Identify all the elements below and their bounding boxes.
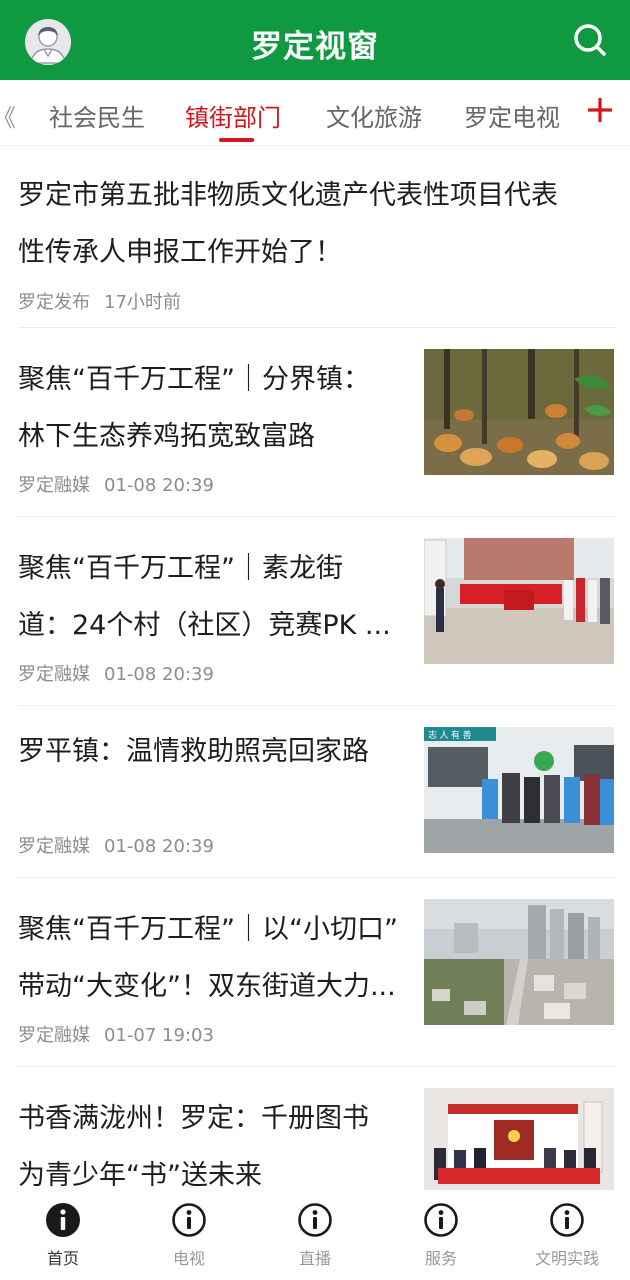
nav-tv-label: 电视	[172, 1249, 205, 1268]
channel-tabs: 《 社会民生 镇街部门 文化旅游 罗定电视	[0, 80, 630, 146]
news-title: 罗平镇：温情救助照亮回家路	[18, 736, 369, 767]
book-donation-image	[424, 1088, 614, 1190]
bottom-navigation: 首页 电视 直播 服务 文明实践	[0, 1190, 630, 1280]
app-header: 罗定视窗	[0, 0, 630, 80]
news-source: 罗定融媒	[18, 836, 90, 857]
info-icon	[298, 1203, 332, 1237]
news-title: 聚焦“百千万工程”｜以“小切口” 带动“大变化”！双东街道大力...	[18, 914, 398, 1002]
search-button[interactable]	[570, 20, 610, 60]
news-time: 01-08 20:39	[104, 836, 214, 857]
news-meta: 罗定融媒 01-08 20:39	[18, 832, 214, 858]
plus-icon	[588, 98, 612, 122]
news-time: 17小时前	[104, 292, 181, 313]
tab-culture-tourism[interactable]: 文化旅游	[326, 98, 422, 133]
news-source: 罗定融媒	[18, 475, 90, 496]
nav-live-label: 直播	[298, 1249, 331, 1268]
chickens-forest-image	[424, 349, 614, 475]
news-time: 01-08 20:39	[104, 664, 214, 685]
active-tab-indicator	[219, 138, 254, 142]
news-meta: 罗定融媒 01-07 19:03	[18, 1021, 214, 1047]
news-thumbnail	[424, 1088, 614, 1190]
info-icon	[424, 1203, 458, 1237]
news-title: 聚焦“百千万工程”｜分界镇： 林下生态养鸡拓宽致富路	[18, 364, 370, 452]
news-thumbnail	[424, 538, 614, 664]
nav-civilization-practice-label: 文明实践	[534, 1249, 599, 1268]
news-thumbnail: 志 人 有 善	[424, 727, 614, 853]
news-item[interactable]: 聚焦“百千万工程”｜素龙街 道：24个村（社区）竞赛PK ... 罗定融媒 01-…	[18, 517, 616, 706]
news-meta: 罗定融媒 01-08 20:39	[18, 660, 214, 686]
news-meta: 罗定发布 17小时前	[18, 288, 181, 314]
app-title: 罗定视窗	[251, 29, 379, 65]
add-channel-button[interactable]	[584, 94, 616, 126]
news-title: 书香满泷州！罗定：千册图书 为青少年“书”送未来	[18, 1103, 369, 1191]
nav-live[interactable]: 直播	[252, 1202, 378, 1272]
volunteers-van-image: 志 人 有 善	[424, 727, 614, 853]
nav-civilization-practice[interactable]: 文明实践	[504, 1202, 630, 1272]
news-source: 罗定融媒	[18, 1025, 90, 1046]
news-thumbnail	[424, 899, 614, 1025]
village-event-image	[424, 538, 614, 664]
van-sign-text: 志 人 有 善	[428, 729, 472, 740]
news-item[interactable]: 聚焦“百千万工程”｜分界镇： 林下生态养鸡拓宽致富路 罗定融媒 01-08 20:…	[18, 328, 616, 517]
nav-home[interactable]: 首页	[0, 1202, 126, 1272]
info-icon	[46, 1203, 80, 1237]
tab-towns-departments[interactable]: 镇街部门	[185, 98, 281, 133]
town-aerial-image	[424, 899, 614, 1025]
info-icon	[172, 1203, 206, 1237]
tab-social-livelihood[interactable]: 社会民生	[49, 98, 145, 133]
info-icon	[550, 1203, 584, 1237]
tab-luoding-tv[interactable]: 罗定电视	[464, 98, 560, 133]
news-source: 罗定融媒	[18, 664, 90, 685]
news-time: 01-07 19:03	[104, 1025, 214, 1046]
nav-home-label: 首页	[46, 1249, 79, 1268]
news-title: 聚焦“百千万工程”｜素龙街 道：24个村（社区）竞赛PK ...	[18, 553, 391, 641]
tab-partial-left[interactable]: 《	[0, 98, 16, 133]
news-item[interactable]: 罗定市第五批非物质文化遗产代表性项目代表 性传承人申报工作开始了！ 罗定发布 17…	[18, 146, 616, 328]
news-meta: 罗定融媒 01-08 20:39	[18, 471, 214, 497]
nav-tv[interactable]: 电视	[126, 1202, 252, 1272]
news-time: 01-08 20:39	[104, 475, 214, 496]
news-title: 罗定市第五批非物质文化遗产代表性项目代表 性传承人申报工作开始了！	[18, 180, 558, 268]
news-item[interactable]: 罗平镇：温情救助照亮回家路 罗定融媒 01-08 20:39 志 人 有 善	[18, 706, 616, 878]
news-thumbnail	[424, 349, 614, 475]
nav-services[interactable]: 服务	[378, 1202, 504, 1272]
news-item[interactable]: 聚焦“百千万工程”｜以“小切口” 带动“大变化”！双东街道大力... 罗定融媒 0…	[18, 878, 616, 1067]
nav-services-label: 服务	[424, 1249, 457, 1268]
news-source: 罗定发布	[18, 292, 90, 313]
news-item[interactable]: 书香满泷州！罗定：千册图书 为青少年“书”送未来	[18, 1067, 616, 1191]
search-icon	[574, 24, 606, 56]
